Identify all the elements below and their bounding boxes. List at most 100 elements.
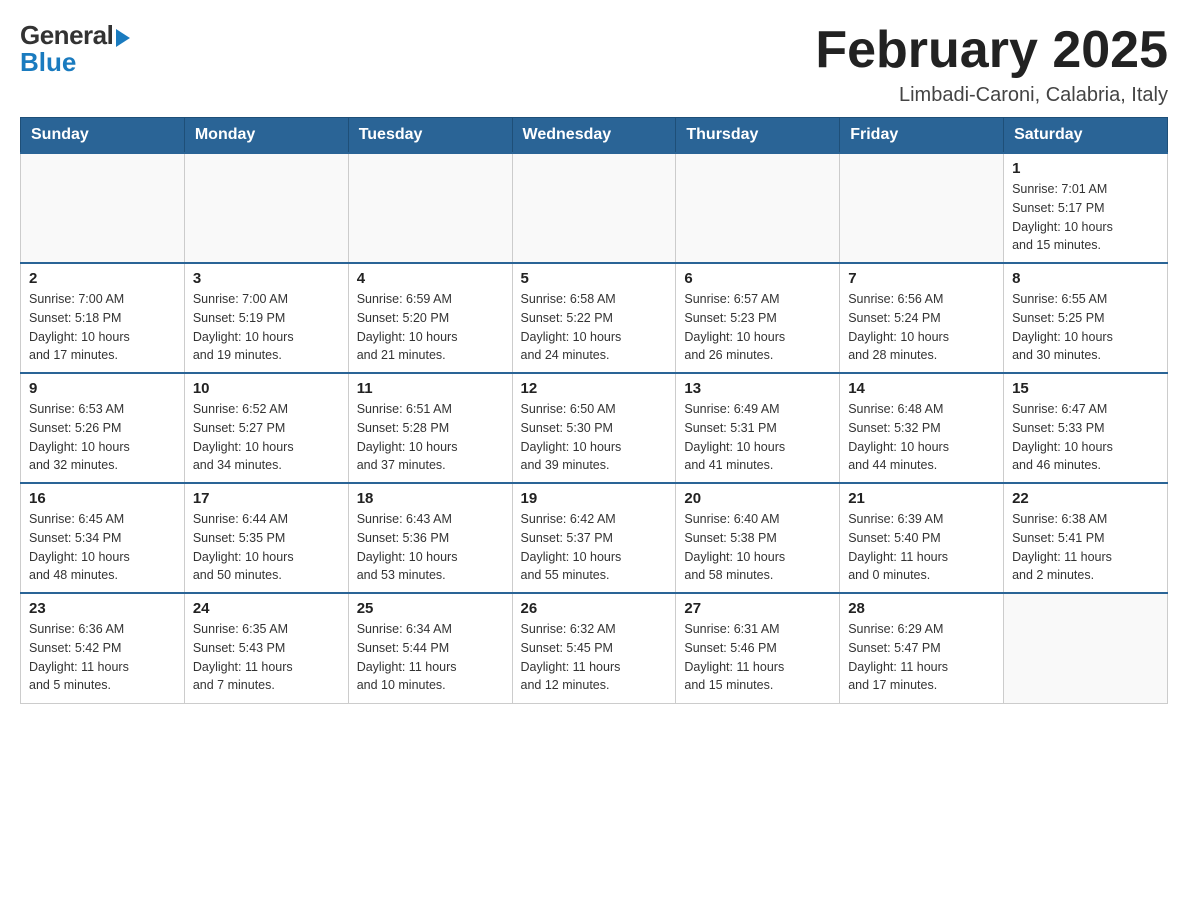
day-number: 18 bbox=[357, 490, 504, 507]
calendar-cell: 17 Sunrise: 6:44 AM Sunset: 5:35 PM Dayli… bbox=[184, 483, 348, 593]
calendar-cell: 26 Sunrise: 6:32 AM Sunset: 5:45 PM Dayli… bbox=[512, 593, 676, 703]
day-info: Sunrise: 6:42 AM Sunset: 5:37 PM Dayligh… bbox=[521, 510, 668, 585]
day-number: 9 bbox=[29, 380, 176, 397]
day-info: Sunrise: 6:52 AM Sunset: 5:27 PM Dayligh… bbox=[193, 400, 340, 475]
weekday-header-monday: Monday bbox=[184, 118, 348, 154]
calendar-cell: 22 Sunrise: 6:38 AM Sunset: 5:41 PM Dayli… bbox=[1004, 483, 1168, 593]
day-number: 23 bbox=[29, 600, 176, 617]
weekday-header-friday: Friday bbox=[840, 118, 1004, 154]
day-number: 19 bbox=[521, 490, 668, 507]
day-info: Sunrise: 6:53 AM Sunset: 5:26 PM Dayligh… bbox=[29, 400, 176, 475]
calendar-cell: 18 Sunrise: 6:43 AM Sunset: 5:36 PM Dayli… bbox=[348, 483, 512, 593]
week-row-4: 16 Sunrise: 6:45 AM Sunset: 5:34 PM Dayli… bbox=[21, 483, 1168, 593]
day-number: 27 bbox=[684, 600, 831, 617]
calendar-cell: 3Sunrise: 7:00 AM Sunset: 5:19 PM Daylig… bbox=[184, 263, 348, 373]
calendar-cell: 9 Sunrise: 6:53 AM Sunset: 5:26 PM Daylig… bbox=[21, 373, 185, 483]
day-info: Sunrise: 6:31 AM Sunset: 5:46 PM Dayligh… bbox=[684, 620, 831, 695]
day-number: 20 bbox=[684, 490, 831, 507]
day-number: 10 bbox=[193, 380, 340, 397]
day-number: 4 bbox=[357, 270, 504, 287]
day-number: 26 bbox=[521, 600, 668, 617]
day-info: Sunrise: 6:29 AM Sunset: 5:47 PM Dayligh… bbox=[848, 620, 995, 695]
calendar-cell: 19 Sunrise: 6:42 AM Sunset: 5:37 PM Dayli… bbox=[512, 483, 676, 593]
day-info: Sunrise: 6:45 AM Sunset: 5:34 PM Dayligh… bbox=[29, 510, 176, 585]
day-info: Sunrise: 6:47 AM Sunset: 5:33 PM Dayligh… bbox=[1012, 400, 1159, 475]
calendar-cell: 27 Sunrise: 6:31 AM Sunset: 5:46 PM Dayli… bbox=[676, 593, 840, 703]
day-info: Sunrise: 6:50 AM Sunset: 5:30 PM Dayligh… bbox=[521, 400, 668, 475]
day-info: Sunrise: 6:36 AM Sunset: 5:42 PM Dayligh… bbox=[29, 620, 176, 695]
calendar-cell: 8 Sunrise: 6:55 AM Sunset: 5:25 PM Daylig… bbox=[1004, 263, 1168, 373]
day-number: 24 bbox=[193, 600, 340, 617]
day-info: Sunrise: 6:43 AM Sunset: 5:36 PM Dayligh… bbox=[357, 510, 504, 585]
calendar-cell: 24Sunrise: 6:35 AM Sunset: 5:43 PM Dayli… bbox=[184, 593, 348, 703]
title-area: February 2025 Limbadi-Caroni, Calabria, … bbox=[815, 20, 1168, 107]
day-number: 11 bbox=[357, 380, 504, 397]
day-info: Sunrise: 6:48 AM Sunset: 5:32 PM Dayligh… bbox=[848, 400, 995, 475]
week-row-3: 9 Sunrise: 6:53 AM Sunset: 5:26 PM Daylig… bbox=[21, 373, 1168, 483]
day-info: Sunrise: 6:32 AM Sunset: 5:45 PM Dayligh… bbox=[521, 620, 668, 695]
day-info: Sunrise: 6:56 AM Sunset: 5:24 PM Dayligh… bbox=[848, 290, 995, 365]
day-info: Sunrise: 6:38 AM Sunset: 5:41 PM Dayligh… bbox=[1012, 510, 1159, 585]
logo: General Blue bbox=[20, 20, 130, 78]
page-header: General Blue February 2025 Limbadi-Caron… bbox=[20, 20, 1168, 107]
calendar-cell: 10 Sunrise: 6:52 AM Sunset: 5:27 PM Dayli… bbox=[184, 373, 348, 483]
weekday-header-row: SundayMondayTuesdayWednesdayThursdayFrid… bbox=[21, 118, 1168, 154]
calendar-cell bbox=[676, 153, 840, 263]
day-info: Sunrise: 6:49 AM Sunset: 5:31 PM Dayligh… bbox=[684, 400, 831, 475]
day-info: Sunrise: 7:00 AM Sunset: 5:19 PM Dayligh… bbox=[193, 290, 340, 365]
day-number: 8 bbox=[1012, 270, 1159, 287]
day-number: 28 bbox=[848, 600, 995, 617]
day-info: Sunrise: 6:59 AM Sunset: 5:20 PM Dayligh… bbox=[357, 290, 504, 365]
calendar-cell: 5 Sunrise: 6:58 AM Sunset: 5:22 PM Daylig… bbox=[512, 263, 676, 373]
day-info: Sunrise: 6:39 AM Sunset: 5:40 PM Dayligh… bbox=[848, 510, 995, 585]
calendar-cell bbox=[1004, 593, 1168, 703]
calendar-subtitle: Limbadi-Caroni, Calabria, Italy bbox=[815, 84, 1168, 107]
weekday-header-sunday: Sunday bbox=[21, 118, 185, 154]
calendar-table: SundayMondayTuesdayWednesdayThursdayFrid… bbox=[20, 117, 1168, 704]
day-number: 25 bbox=[357, 600, 504, 617]
calendar-cell: 2Sunrise: 7:00 AM Sunset: 5:18 PM Daylig… bbox=[21, 263, 185, 373]
logo-blue-text: Blue bbox=[20, 47, 76, 78]
calendar-cell: 15Sunrise: 6:47 AM Sunset: 5:33 PM Dayli… bbox=[1004, 373, 1168, 483]
calendar-cell bbox=[840, 153, 1004, 263]
day-number: 22 bbox=[1012, 490, 1159, 507]
weekday-header-thursday: Thursday bbox=[676, 118, 840, 154]
logo-arrow-icon bbox=[116, 29, 130, 47]
calendar-cell: 4 Sunrise: 6:59 AM Sunset: 5:20 PM Daylig… bbox=[348, 263, 512, 373]
calendar-cell: 21 Sunrise: 6:39 AM Sunset: 5:40 PM Dayli… bbox=[840, 483, 1004, 593]
calendar-cell: 23 Sunrise: 6:36 AM Sunset: 5:42 PM Dayli… bbox=[21, 593, 185, 703]
day-info: Sunrise: 6:51 AM Sunset: 5:28 PM Dayligh… bbox=[357, 400, 504, 475]
calendar-cell: 1 Sunrise: 7:01 AM Sunset: 5:17 PM Daylig… bbox=[1004, 153, 1168, 263]
day-info: Sunrise: 6:44 AM Sunset: 5:35 PM Dayligh… bbox=[193, 510, 340, 585]
day-number: 13 bbox=[684, 380, 831, 397]
day-number: 5 bbox=[521, 270, 668, 287]
day-info: Sunrise: 6:57 AM Sunset: 5:23 PM Dayligh… bbox=[684, 290, 831, 365]
day-number: 14 bbox=[848, 380, 995, 397]
day-info: Sunrise: 7:01 AM Sunset: 5:17 PM Dayligh… bbox=[1012, 180, 1159, 255]
calendar-cell: 25 Sunrise: 6:34 AM Sunset: 5:44 PM Dayli… bbox=[348, 593, 512, 703]
calendar-cell: 11 Sunrise: 6:51 AM Sunset: 5:28 PM Dayli… bbox=[348, 373, 512, 483]
week-row-5: 23 Sunrise: 6:36 AM Sunset: 5:42 PM Dayli… bbox=[21, 593, 1168, 703]
day-info: Sunrise: 6:55 AM Sunset: 5:25 PM Dayligh… bbox=[1012, 290, 1159, 365]
day-info: Sunrise: 6:58 AM Sunset: 5:22 PM Dayligh… bbox=[521, 290, 668, 365]
calendar-cell: 20 Sunrise: 6:40 AM Sunset: 5:38 PM Dayli… bbox=[676, 483, 840, 593]
calendar-cell bbox=[184, 153, 348, 263]
day-number: 1 bbox=[1012, 160, 1159, 177]
weekday-header-tuesday: Tuesday bbox=[348, 118, 512, 154]
day-info: Sunrise: 6:34 AM Sunset: 5:44 PM Dayligh… bbox=[357, 620, 504, 695]
day-number: 21 bbox=[848, 490, 995, 507]
day-number: 16 bbox=[29, 490, 176, 507]
day-number: 17 bbox=[193, 490, 340, 507]
calendar-cell: 7Sunrise: 6:56 AM Sunset: 5:24 PM Daylig… bbox=[840, 263, 1004, 373]
calendar-cell: 13 Sunrise: 6:49 AM Sunset: 5:31 PM Dayli… bbox=[676, 373, 840, 483]
calendar-cell: 6 Sunrise: 6:57 AM Sunset: 5:23 PM Daylig… bbox=[676, 263, 840, 373]
calendar-cell bbox=[512, 153, 676, 263]
week-row-2: 2Sunrise: 7:00 AM Sunset: 5:18 PM Daylig… bbox=[21, 263, 1168, 373]
calendar-cell: 16 Sunrise: 6:45 AM Sunset: 5:34 PM Dayli… bbox=[21, 483, 185, 593]
calendar-cell bbox=[348, 153, 512, 263]
calendar-title: February 2025 bbox=[815, 20, 1168, 80]
day-number: 6 bbox=[684, 270, 831, 287]
calendar-cell bbox=[21, 153, 185, 263]
day-number: 2 bbox=[29, 270, 176, 287]
day-info: Sunrise: 6:40 AM Sunset: 5:38 PM Dayligh… bbox=[684, 510, 831, 585]
